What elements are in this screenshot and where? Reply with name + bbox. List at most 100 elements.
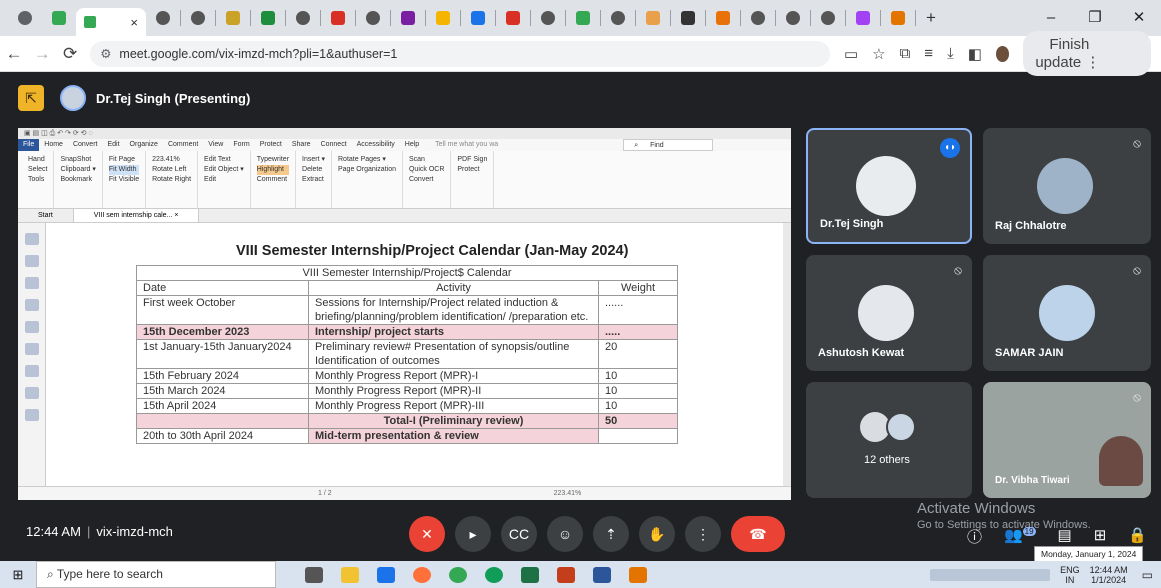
tab-icon[interactable]	[541, 11, 555, 25]
extensions-icon[interactable]: ⧉	[900, 45, 911, 62]
tab-icon[interactable]	[821, 11, 835, 25]
menu-organize[interactable]: Organize	[125, 139, 163, 151]
menu-form[interactable]: Form	[228, 139, 254, 151]
reload-icon[interactable]: ⟳	[56, 44, 84, 64]
forward-icon[interactable]: →	[28, 44, 56, 64]
tab-icon[interactable]	[786, 11, 800, 25]
camera-button[interactable]: ▸	[455, 516, 491, 552]
word-icon[interactable]	[593, 566, 611, 583]
find-field[interactable]: ⌕ Find	[623, 139, 714, 151]
site-settings-icon[interactable]: ⚙	[100, 47, 111, 61]
tab-icon[interactable]	[261, 11, 275, 25]
bookmarks-icon[interactable]	[24, 255, 39, 267]
tab-icon[interactable]	[471, 11, 485, 25]
tab-icon[interactable]	[856, 11, 870, 25]
profile-avatar[interactable]	[995, 45, 1010, 62]
powerpoint-icon[interactable]	[557, 566, 575, 583]
tab-icon[interactable]	[751, 11, 765, 25]
tab-icon[interactable]	[401, 11, 415, 25]
app-icon[interactable]	[629, 566, 647, 583]
firefox-icon[interactable]	[413, 566, 431, 583]
bookmark-star-icon[interactable]: ☆	[872, 45, 885, 63]
present-icon[interactable]: ⇱	[18, 85, 44, 111]
pages-icon[interactable]	[24, 233, 39, 245]
menu-convert[interactable]: Convert	[68, 139, 103, 151]
pdf-scrollbar[interactable]	[783, 223, 791, 486]
participant-tile-others[interactable]: 12 others	[806, 382, 972, 498]
attachments-icon[interactable]	[24, 321, 39, 333]
tab-active[interactable]: ×	[76, 8, 146, 36]
menu-help[interactable]: Help	[400, 139, 424, 151]
ribbon-group[interactable]: PDF Sign Protect	[451, 151, 495, 208]
present-button[interactable]: ⇡	[593, 516, 629, 552]
taskbar-clock[interactable]: 12:44 AM 1/1/2024	[1090, 565, 1128, 585]
ribbon-group[interactable]: Fit Page Fit Width Fit Visible	[103, 151, 147, 208]
participant-tile[interactable]: ⦸ SAMAR JAIN	[983, 255, 1151, 371]
tab-start[interactable]: Start	[18, 209, 74, 222]
camera-indicator-icon[interactable]: ▭	[844, 45, 858, 63]
captions-button[interactable]: CC	[501, 516, 537, 552]
fields-icon[interactable]	[24, 387, 39, 399]
tab-icon[interactable]	[436, 11, 450, 25]
info-icon[interactable]: ⓘ	[967, 526, 982, 547]
gmail-tab-icon[interactable]	[506, 11, 520, 25]
tray-icons[interactable]	[930, 568, 1051, 581]
tab-close-icon[interactable]: ×	[130, 15, 138, 30]
gmail-tab-icon[interactable]	[331, 11, 345, 25]
activities-icon[interactable]: ⊞	[1094, 526, 1107, 547]
ribbon-group[interactable]: Hand Select Tools	[22, 151, 55, 208]
chat-icon[interactable]: ▤	[1058, 526, 1072, 547]
tab-search-icon[interactable]	[18, 11, 32, 25]
menu-view[interactable]: View	[203, 139, 228, 151]
tab-icon[interactable]	[296, 11, 310, 25]
chrome-icon[interactable]	[449, 566, 467, 583]
edge-icon[interactable]	[485, 566, 503, 583]
mic-off-button[interactable]: ✕	[409, 516, 445, 552]
menu-connect[interactable]: Connect	[316, 139, 352, 151]
leave-call-button[interactable]: ☎	[731, 516, 785, 552]
host-controls-icon[interactable]: 🔒	[1128, 526, 1147, 547]
tab-icon[interactable]	[646, 11, 660, 25]
excel-icon[interactable]	[521, 566, 539, 583]
taskbar-search-input[interactable]: ⌕ Type here to search	[36, 561, 276, 588]
more-options-button[interactable]: ⋮	[685, 516, 721, 552]
page-indicator[interactable]: 1 / 2	[318, 490, 332, 497]
tab-icon[interactable]	[611, 11, 625, 25]
side-panel-icon[interactable]: ◧	[968, 45, 982, 63]
comments-icon[interactable]	[24, 299, 39, 311]
tab-icon[interactable]	[891, 11, 905, 25]
url-field[interactable]: ⚙ meet.google.com/vix-imzd-mch?pli=1&auth…	[90, 40, 830, 67]
menu-comment[interactable]: Comment	[163, 139, 203, 151]
tab-icon[interactable]	[681, 11, 695, 25]
emoji-button[interactable]: ☺	[547, 516, 583, 552]
menu-accessibility[interactable]: Accessibility	[352, 139, 400, 151]
tab-icon[interactable]	[191, 11, 205, 25]
download-icon[interactable]: ⤓	[947, 45, 954, 62]
layers-icon[interactable]	[24, 343, 39, 355]
mail-icon[interactable]	[377, 566, 395, 583]
start-icon[interactable]: ⊞	[0, 567, 36, 583]
ribbon-group[interactable]: Rotate Pages ▾ Page Organization	[332, 151, 403, 208]
ribbon-group[interactable]: SnapShot Clipboard ▾ Bookmark	[54, 151, 103, 208]
signatures-icon[interactable]	[24, 409, 39, 421]
menu-protect[interactable]: Protect	[255, 139, 287, 151]
menu-home[interactable]: Home	[39, 139, 68, 151]
participant-tile[interactable]: ◖◗ Dr.Tej Singh	[806, 128, 972, 244]
tab-icon[interactable]	[226, 11, 240, 25]
drive-tab-icon[interactable]	[576, 11, 590, 25]
tab-icon[interactable]	[366, 11, 380, 25]
task-view-icon[interactable]	[305, 566, 323, 583]
participant-tile[interactable]: ⦸ Raj Chhalotre	[983, 128, 1151, 244]
meet-tab-icon[interactable]	[52, 11, 66, 25]
reading-list-icon[interactable]: ≡	[924, 45, 933, 62]
participant-tile[interactable]: ⦸ Ashutosh Kewat	[806, 255, 972, 371]
raise-hand-button[interactable]: ✋	[639, 516, 675, 552]
menu-share[interactable]: Share	[287, 139, 316, 151]
tab-icon[interactable]	[716, 11, 730, 25]
finish-update-button[interactable]: Finish update ⋮	[1023, 31, 1151, 76]
menu-file[interactable]: File	[18, 139, 40, 151]
ribbon-group[interactable]: Typewriter Highlight Comment	[251, 151, 297, 208]
ribbon-group[interactable]: 223.41% Rotate Left Rotate Right	[146, 151, 199, 208]
zoom-level[interactable]: 223.41%	[554, 490, 582, 497]
back-icon[interactable]: ←	[0, 44, 28, 64]
